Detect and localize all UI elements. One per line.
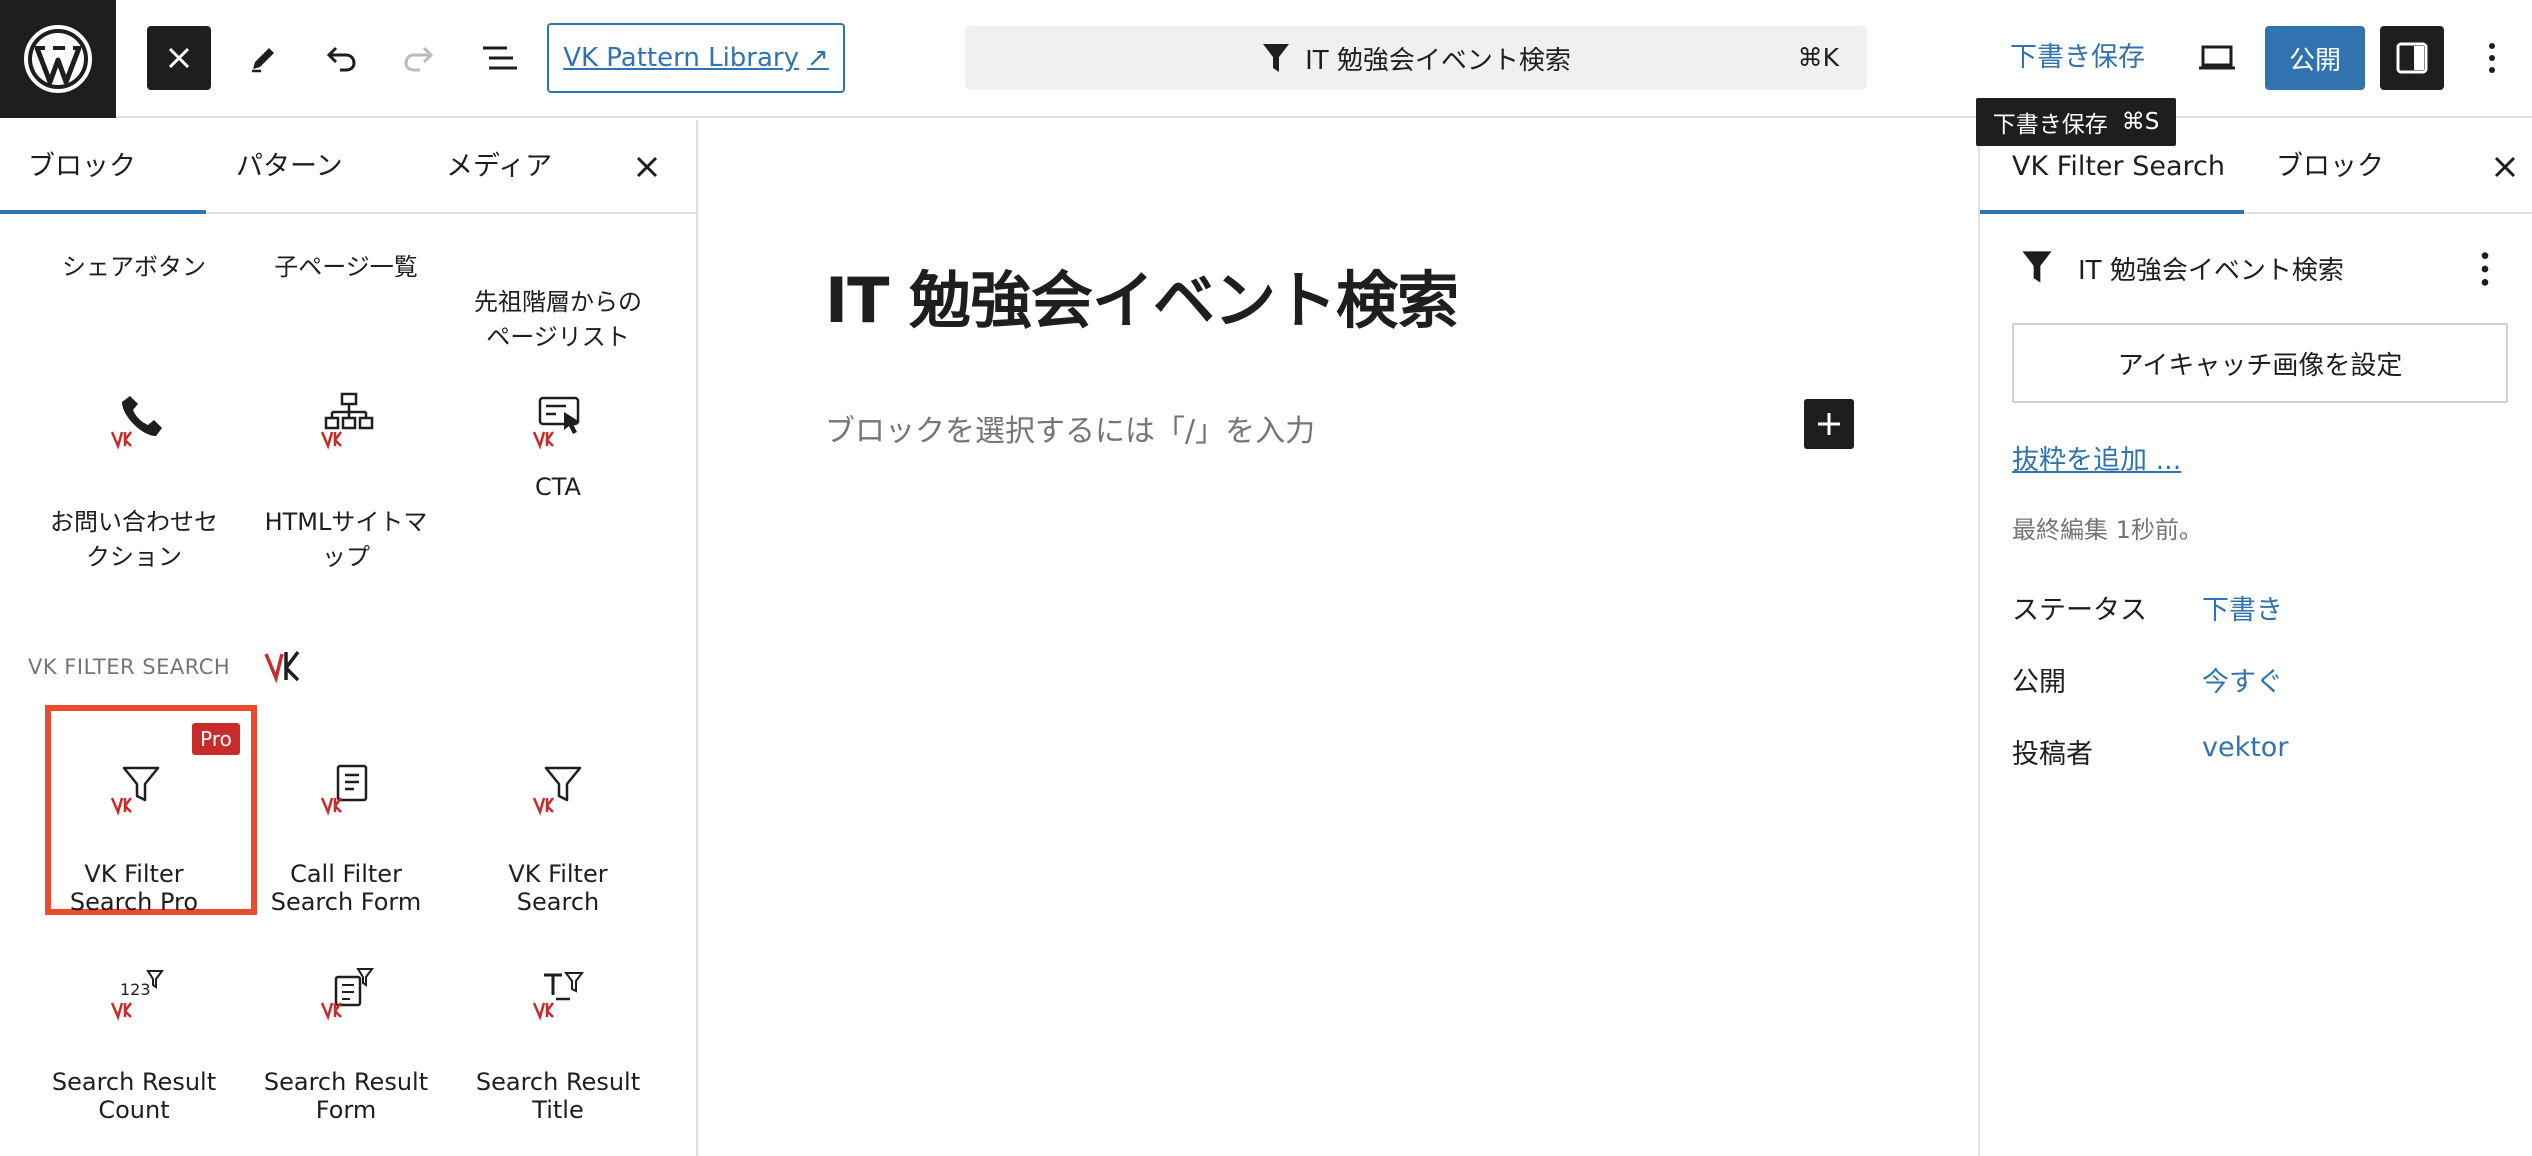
pattern-library-link[interactable]: VK Pattern Library ↗ <box>547 23 845 93</box>
undo-icon <box>326 46 356 72</box>
block-inserter-panel: ブロック パターン メディア シェアボタン 子ページ一覧 先祖階層からの ページ… <box>0 120 698 1156</box>
publish-value-link[interactable]: 今すぐ <box>2202 660 2283 699</box>
tooltip-shortcut: ⌘S <box>2121 109 2160 135</box>
list-view-icon <box>483 46 517 70</box>
svg-text:123: 123 <box>120 980 151 999</box>
sitemap-icon <box>320 392 374 450</box>
add-block-button[interactable] <box>1804 399 1854 449</box>
command-title: IT 勉強会イベント検索 <box>1305 45 1571 76</box>
edit-tool-button[interactable] <box>232 26 296 90</box>
author-value-link[interactable]: vektor <box>2202 732 2288 763</box>
add-excerpt-link[interactable]: 抜粋を追加 ... <box>2012 438 2181 477</box>
block-vk-filter-search[interactable]: VK Filter Search <box>452 832 664 916</box>
command-shortcut: ⌘K <box>1797 43 1839 72</box>
block-label: Call Filter Search Form <box>270 860 422 916</box>
cta-icon <box>532 396 580 450</box>
filter-icon <box>2022 251 2052 283</box>
inserter-tabs: ブロック パターン メディア <box>0 120 696 214</box>
options-menu-button[interactable] <box>2462 26 2522 90</box>
block-label: Search Result Count <box>51 1068 217 1124</box>
block-label: シェアボタン <box>62 253 206 281</box>
pencil-icon <box>252 48 274 73</box>
save-draft-tooltip: 下書き保存 ⌘S <box>1976 98 2176 146</box>
tab-blocks[interactable]: ブロック <box>28 120 136 214</box>
status-label: ステータス <box>2012 595 2147 626</box>
block-ancestor-page-list[interactable]: 先祖階層からの ページリスト <box>452 250 664 355</box>
pattern-library-label: VK Pattern Library <box>563 43 800 73</box>
count-icon: 123 <box>110 970 164 1021</box>
post-title[interactable]: IT 勉強会イベント検索 <box>825 250 1459 340</box>
set-featured-image-button[interactable]: アイキャッチ画像を設定 <box>2012 323 2508 403</box>
block-share-button[interactable]: シェアボタン <box>28 250 240 285</box>
category-title: VK FILTER SEARCH <box>28 655 231 679</box>
block-label: HTMLサイトマ ップ <box>264 508 428 571</box>
filter-icon <box>110 766 160 816</box>
block-label: VK Filter Search <box>508 860 608 916</box>
settings-sidebar: VK Filter Search ブロック IT 勉強会イベント検索 アイキャッ… <box>1978 120 2532 1156</box>
tab-media[interactable]: メディア <box>446 120 552 214</box>
block-label: Search Result Form <box>263 1068 429 1124</box>
block-label: VK Filter Search Pro <box>69 860 199 916</box>
sidebar-icon <box>2396 42 2428 74</box>
settings-toggle-button[interactable] <box>2380 26 2444 90</box>
block-label: お問い合わせセ クション <box>50 508 218 571</box>
wordpress-logo-icon[interactable] <box>0 0 116 118</box>
form-filter-icon <box>320 968 374 1021</box>
block-placeholder[interactable]: ブロックを選択するには「/」を入力 <box>825 406 1315 450</box>
more-vertical-icon[interactable] <box>2478 250 2492 288</box>
save-draft-button[interactable]: 下書き保存 <box>2010 26 2145 90</box>
preview-button[interactable] <box>2185 26 2249 90</box>
block-child-page-list[interactable]: 子ページ一覧 <box>240 250 452 285</box>
redo-button[interactable] <box>388 26 452 90</box>
last-edited-text: 最終編集 1秒前。 <box>2012 516 2203 544</box>
status-value-link[interactable]: 下書き <box>2202 588 2283 627</box>
undo-button[interactable] <box>308 26 372 90</box>
publish-button[interactable]: 公開 <box>2265 26 2365 90</box>
filter-icon <box>532 766 582 816</box>
block-search-result-title[interactable]: Search Result Title <box>452 1040 664 1124</box>
post-summary-title: IT 勉強会イベント検索 <box>2078 256 2344 286</box>
pro-badge: Pro <box>192 723 240 755</box>
block-contact-section[interactable]: お問い合わせセ クション <box>28 470 240 575</box>
phone-icon <box>110 396 162 450</box>
block-call-filter-search-form[interactable]: Call Filter Search Form <box>240 832 452 916</box>
command-palette-bar[interactable]: IT 勉強会イベント検索 ⌘K <box>965 26 1867 90</box>
block-html-sitemap[interactable]: HTMLサイトマ ップ <box>240 470 452 575</box>
block-search-result-count[interactable]: Search Result Count <box>28 1040 240 1124</box>
publish-label: 公開 <box>2012 667 2066 698</box>
author-label: 投稿者 <box>2012 739 2093 770</box>
close-icon <box>168 47 190 69</box>
active-tab-indicator <box>0 210 206 214</box>
block-label: Search Result Title <box>475 1068 641 1124</box>
redo-icon <box>404 46 434 72</box>
external-link-icon: ↗ <box>807 43 829 73</box>
more-vertical-icon <box>2489 43 2495 73</box>
block-cta[interactable]: CTA <box>452 470 664 505</box>
close-icon[interactable] <box>630 150 664 184</box>
vk-logo-icon <box>264 650 300 684</box>
title-filter-icon <box>532 972 584 1021</box>
active-tab-indicator <box>1980 210 2244 214</box>
document-overview-button[interactable] <box>468 26 532 90</box>
close-icon[interactable] <box>2488 150 2522 184</box>
block-vk-filter-search-pro[interactable]: VK Filter Search Pro <box>28 832 240 916</box>
form-icon <box>320 764 368 816</box>
filter-icon <box>1263 44 1290 72</box>
block-label: 子ページ一覧 <box>274 253 418 281</box>
block-label: 先祖階層からの ページリスト <box>474 288 642 351</box>
tooltip-label: 下書き保存 <box>1992 112 2108 138</box>
tab-patterns[interactable]: パターン <box>236 120 343 214</box>
plus-icon <box>1818 413 1840 435</box>
laptop-icon <box>2199 45 2235 70</box>
tab-block[interactable]: ブロック <box>2276 120 2384 214</box>
block-search-result-form[interactable]: Search Result Form <box>240 1040 452 1124</box>
block-label: CTA <box>535 473 581 501</box>
close-inserter-button[interactable] <box>147 26 211 90</box>
